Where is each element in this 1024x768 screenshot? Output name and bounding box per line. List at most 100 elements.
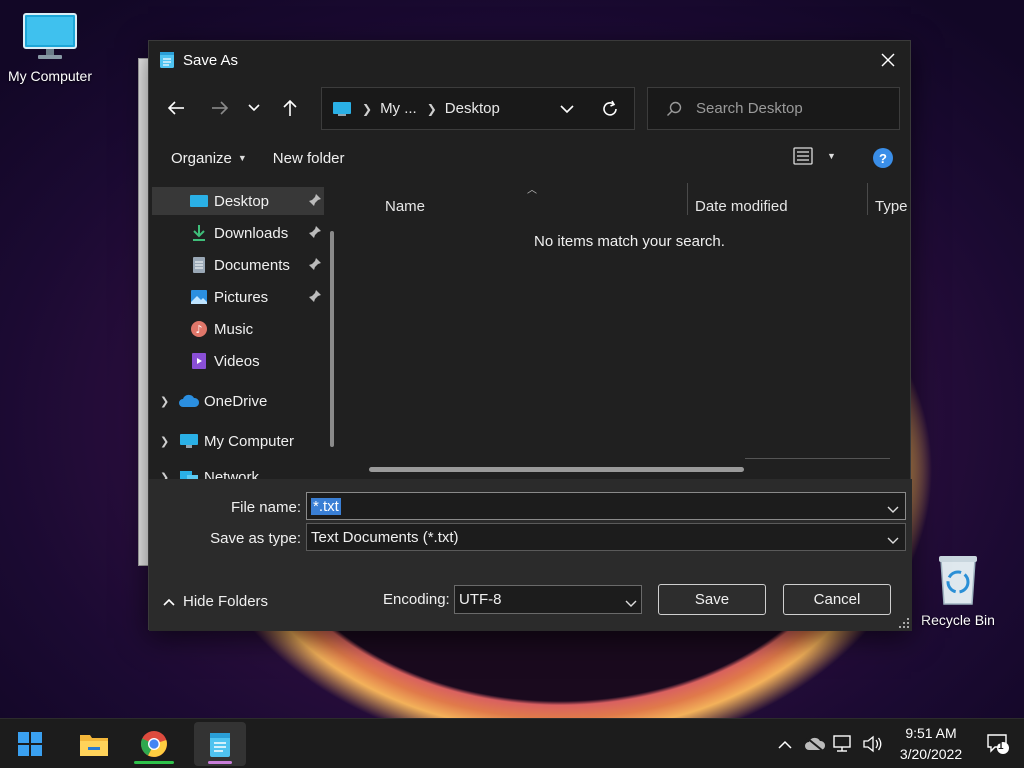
nav-item-music[interactable]: ♪ Music <box>152 315 324 343</box>
file-name-field[interactable]: *.txt <box>306 492 906 520</box>
desktop-icon-recycle-bin[interactable]: Recycle Bin <box>908 552 1008 628</box>
nav-item-pictures[interactable]: Pictures <box>152 283 324 311</box>
chevron-down-icon[interactable] <box>887 501 899 518</box>
hide-folders-button[interactable]: Hide Folders <box>163 593 268 610</box>
nav-item-downloads[interactable]: Downloads <box>152 219 324 247</box>
arrow-right-icon <box>212 101 229 115</box>
download-icon <box>188 223 210 243</box>
search-input[interactable] <box>696 100 886 117</box>
nav-item-my-computer[interactable]: ❯ My Computer <box>152 427 324 455</box>
breadcrumb-item[interactable]: My ... <box>380 100 417 117</box>
notification-center-button[interactable]: 1 <box>984 733 1012 755</box>
nav-item-desktop[interactable]: Desktop <box>152 187 324 215</box>
column-divider[interactable] <box>687 183 688 215</box>
chevron-up-icon <box>778 740 792 749</box>
scrollbar-track <box>745 458 890 459</box>
breadcrumb-separator: ❯ <box>426 101 437 116</box>
organize-button[interactable]: Organize ▼ <box>171 150 247 167</box>
back-button[interactable] <box>161 93 191 123</box>
cancel-button[interactable]: Cancel <box>783 584 891 615</box>
nav-item-label: Videos <box>214 352 260 370</box>
monitor-icon <box>178 431 200 451</box>
column-header-name[interactable]: Name <box>385 189 425 223</box>
help-button[interactable]: ? <box>873 148 893 168</box>
monitor-icon <box>23 13 77 59</box>
chevron-down-icon <box>248 104 260 112</box>
show-hidden-icons-button[interactable] <box>774 733 796 755</box>
save-as-type-select[interactable]: Text Documents (*.txt) <box>306 523 906 551</box>
file-list: ︿ Name Date modified Type No items match… <box>347 181 912 479</box>
address-dropdown-button[interactable] <box>560 101 574 117</box>
chevron-right-icon: ❯ <box>160 435 170 448</box>
start-button[interactable] <box>8 722 52 766</box>
network-icon <box>833 735 851 752</box>
arrow-up-icon <box>283 99 297 116</box>
close-button[interactable] <box>866 41 910 79</box>
navigation-pane-scrollbar[interactable] <box>330 231 334 447</box>
change-view-button[interactable]: ▼ <box>793 147 836 165</box>
navigation-bar: ❯ My ... ❯ Desktop <box>149 79 910 137</box>
running-indicator <box>134 761 174 764</box>
clock[interactable]: 9:51 AM 3/20/2022 <box>888 723 974 765</box>
recycle-bin-icon <box>939 556 977 605</box>
refresh-button[interactable] <box>600 99 620 122</box>
horizontal-scrollbar[interactable] <box>369 467 744 472</box>
cloud-icon <box>178 391 200 411</box>
notepad-icon <box>160 52 174 68</box>
up-button[interactable] <box>275 93 305 123</box>
nav-item-label: Downloads <box>214 224 289 242</box>
file-explorer-button[interactable] <box>72 722 116 766</box>
desktop-icon-label: My Computer <box>7 68 93 84</box>
nav-item-label: My Computer <box>204 432 295 450</box>
address-bar[interactable]: ❯ My ... ❯ Desktop <box>321 87 635 130</box>
svg-text:♪: ♪ <box>195 323 202 336</box>
desktop-icon-my-computer[interactable]: My Computer <box>0 12 100 84</box>
nav-item-documents[interactable]: Documents <box>152 251 324 279</box>
videos-icon <box>188 351 210 371</box>
chevron-right-icon: ❯ <box>160 471 170 480</box>
refresh-icon <box>603 100 617 116</box>
forward-button[interactable] <box>205 93 235 123</box>
network-tray-button[interactable] <box>832 733 854 755</box>
recent-locations-button[interactable] <box>239 93 269 123</box>
column-header-type[interactable]: Type <box>875 189 908 223</box>
nav-item-videos[interactable]: Videos <box>152 347 324 375</box>
nav-item-label: Desktop <box>214 192 270 210</box>
column-header-label: Type <box>875 197 908 215</box>
start-icon <box>18 732 42 756</box>
caret-down-icon: ▼ <box>827 151 836 161</box>
clock-date: 3/20/2022 <box>899 746 963 762</box>
search-box[interactable] <box>647 87 900 130</box>
encoding-select[interactable]: UTF-8 <box>454 585 642 614</box>
file-name-label: File name: <box>230 499 301 516</box>
nav-item-label: OneDrive <box>204 392 268 410</box>
notepad-button[interactable] <box>194 722 246 766</box>
new-folder-label: New folder <box>272 149 345 167</box>
pin-icon <box>308 225 322 243</box>
column-header-date-modified[interactable]: Date modified <box>695 189 788 223</box>
pin-icon <box>308 289 322 307</box>
column-divider[interactable] <box>867 183 868 215</box>
nav-item-onedrive[interactable]: ❯ OneDrive <box>152 387 324 415</box>
nav-item-label: Network <box>204 468 260 480</box>
chevron-down-icon <box>625 595 637 612</box>
volume-tray-button[interactable] <box>862 733 884 755</box>
notification-badge: 1 <box>998 741 1004 752</box>
volume-icon <box>863 735 882 753</box>
resize-grip-icon[interactable] <box>898 617 910 629</box>
chrome-button[interactable] <box>132 722 176 766</box>
nav-item-network[interactable]: ❯ Network <box>152 463 324 479</box>
encoding-label: Encoding: <box>383 591 450 608</box>
nav-item-label: Music <box>214 320 254 338</box>
new-folder-button[interactable]: New folder <box>273 150 345 167</box>
chevron-right-icon: ❯ <box>160 395 170 408</box>
chrome-icon <box>140 731 167 757</box>
save-button[interactable]: Save <box>658 584 766 615</box>
save-as-type-value: Text Documents (*.txt) <box>311 528 459 546</box>
save-as-dialog: Save As ❯ My ... ❯ Desktop Search Deskto… <box>148 40 912 631</box>
onedrive-tray-button[interactable] <box>804 733 826 755</box>
chevron-down-icon <box>887 532 899 549</box>
arrow-left-icon <box>167 101 184 115</box>
breadcrumb-item[interactable]: Desktop <box>445 100 500 117</box>
title-bar[interactable]: Save As <box>149 41 910 79</box>
